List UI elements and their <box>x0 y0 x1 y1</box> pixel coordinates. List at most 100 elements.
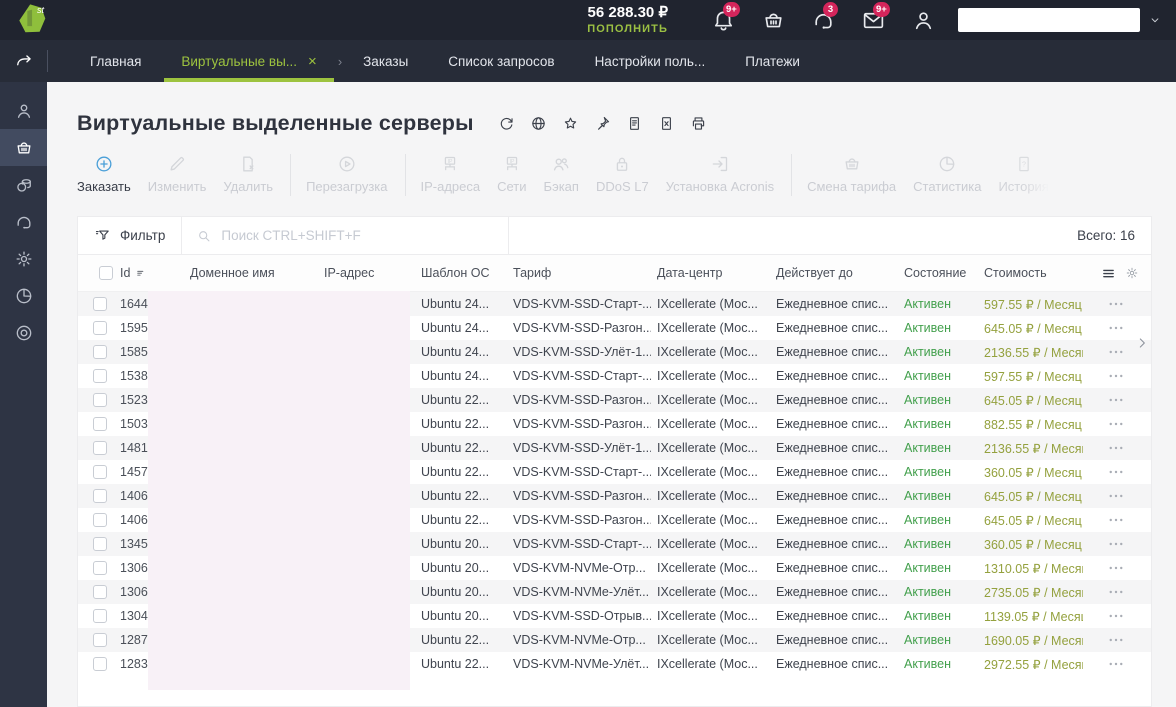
cell-status: Активен <box>904 633 952 647</box>
cell-datacenter: IXcellerate (Мос... <box>657 345 758 359</box>
row-checkbox[interactable] <box>93 297 107 311</box>
tab-requests[interactable]: Список запросов × <box>428 40 574 82</box>
pin-icon[interactable] <box>594 115 611 132</box>
notifications-bell-icon[interactable]: 9+ <box>711 1 740 33</box>
search-input[interactable] <box>221 228 472 243</box>
column-header-domain[interactable]: Доменное имя <box>184 266 318 280</box>
row-actions-button[interactable] <box>1107 367 1125 385</box>
topup-link[interactable]: ПОПОЛНИТЬ <box>587 23 668 37</box>
column-header-id[interactable]: Id <box>120 266 184 280</box>
select-all-checkbox[interactable] <box>99 266 113 280</box>
row-checkbox[interactable] <box>93 441 107 455</box>
row-actions-button[interactable] <box>1107 343 1125 361</box>
column-header-datacenter[interactable]: Дата-центр <box>651 266 770 280</box>
tab-label: Настройки поль... <box>594 53 706 69</box>
row-checkbox[interactable] <box>93 345 107 359</box>
row-checkbox[interactable] <box>93 585 107 599</box>
row-checkbox[interactable] <box>93 393 107 407</box>
ddos-l7-button[interactable]: DDoS L7 <box>596 154 649 194</box>
row-checkbox[interactable] <box>93 465 107 479</box>
export-excel-icon[interactable] <box>658 115 675 132</box>
column-header-valid-until[interactable]: Действует до <box>770 266 898 280</box>
globe-icon[interactable] <box>530 115 547 132</box>
delete-button[interactable]: Удалить <box>223 154 273 194</box>
row-checkbox[interactable] <box>93 489 107 503</box>
row-actions-button[interactable] <box>1107 631 1125 649</box>
row-checkbox[interactable] <box>93 561 107 575</box>
firstvds-logo[interactable]: st VDS <box>16 2 78 38</box>
row-checkbox[interactable] <box>93 321 107 335</box>
cell-tariff: VDS-KVM-SSD-Разгон... <box>513 321 651 335</box>
cell-valid-until: Ежедневное спис... <box>776 561 889 575</box>
row-actions-button[interactable] <box>1107 511 1125 529</box>
sidebar-item-statistics[interactable] <box>0 277 47 314</box>
filter-button[interactable]: Фильтр <box>78 217 181 254</box>
favorite-star-icon[interactable] <box>562 115 579 132</box>
cell-status: Активен <box>904 393 952 407</box>
sidebar-item-profile[interactable] <box>0 92 47 129</box>
sidebar-item-finance[interactable] <box>0 166 47 203</box>
sidebar-item-support[interactable] <box>0 203 47 240</box>
column-header-status[interactable]: Состояние <box>898 266 978 280</box>
row-checkbox[interactable] <box>93 609 107 623</box>
row-actions-button[interactable] <box>1107 391 1125 409</box>
chevron-down-icon[interactable] <box>1148 13 1162 27</box>
redo-arrow-icon[interactable] <box>0 40 47 82</box>
history-button[interactable]: ? История <box>998 154 1049 194</box>
support-headset-icon[interactable]: 3 <box>811 1 838 33</box>
backup-button[interactable]: Бэкап <box>544 154 579 194</box>
edit-button[interactable]: Изменить <box>148 154 206 194</box>
column-header-os[interactable]: Шаблон ОС <box>415 266 507 280</box>
refresh-icon[interactable] <box>498 115 515 132</box>
row-checkbox[interactable] <box>93 369 107 383</box>
row-actions-button[interactable] <box>1107 607 1125 625</box>
tab-user-settings[interactable]: Настройки поль... × <box>575 40 726 82</box>
column-header-tariff[interactable]: Тариф <box>507 266 651 280</box>
tab-payments[interactable]: Платежи × <box>725 40 820 82</box>
row-actions-button[interactable] <box>1107 439 1125 457</box>
row-actions-button[interactable] <box>1107 463 1125 481</box>
reboot-button[interactable]: Перезагрузка <box>306 154 388 194</box>
tab-close-icon[interactable]: × <box>308 54 317 69</box>
user-account-field[interactable] <box>958 8 1140 32</box>
row-actions-button[interactable] <box>1107 655 1125 673</box>
cell-tariff: VDS-KVM-SSD-Улёт-1... <box>513 441 651 455</box>
sidebar-item-monitoring[interactable] <box>0 314 47 351</box>
topbar: st VDS 56 288.30 ₽ ПОПОЛНИТЬ 9+ 3 9+ <box>0 0 1176 40</box>
change-tariff-button[interactable]: Смена тарифа <box>807 154 896 194</box>
row-actions-button[interactable] <box>1107 415 1125 433</box>
toolbar-scroll-right-icon[interactable] <box>1134 335 1150 351</box>
sidebar-item-services[interactable] <box>0 129 47 166</box>
row-actions-button[interactable] <box>1107 559 1125 577</box>
row-checkbox[interactable] <box>93 633 107 647</box>
tab-home[interactable]: Главная × <box>70 40 161 82</box>
column-header-price[interactable]: Стоимость <box>978 266 1083 280</box>
row-actions-button[interactable] <box>1107 295 1125 313</box>
order-button[interactable]: Заказать <box>77 154 131 194</box>
column-header-ip[interactable]: IP-адрес <box>318 266 415 280</box>
ip-addresses-button[interactable]: IP IP-адреса <box>421 154 480 194</box>
row-actions-button[interactable] <box>1107 535 1125 553</box>
tab-virtual-servers[interactable]: Виртуальные вы... × <box>161 40 336 82</box>
log-document-icon[interactable] <box>626 115 643 132</box>
sort-icon[interactable] <box>135 267 148 280</box>
tab-orders[interactable]: Заказы × <box>343 40 428 82</box>
row-actions-button[interactable] <box>1107 319 1125 337</box>
row-actions-button[interactable] <box>1107 487 1125 505</box>
row-checkbox[interactable] <box>93 657 107 671</box>
table-settings-icon[interactable] <box>1125 266 1139 280</box>
sidebar-item-settings[interactable] <box>0 240 47 277</box>
networks-button[interactable]: IP Сети <box>497 154 527 194</box>
profile-person-icon[interactable] <box>911 8 936 33</box>
row-checkbox[interactable] <box>93 417 107 431</box>
row-checkbox[interactable] <box>93 537 107 551</box>
cart-icon[interactable] <box>761 8 786 33</box>
messages-mail-icon[interactable]: 9+ <box>861 1 890 33</box>
statistics-button[interactable]: Статистика <box>913 154 981 194</box>
row-checkbox[interactable] <box>93 513 107 527</box>
print-icon[interactable] <box>690 115 707 132</box>
row-actions-button[interactable] <box>1107 583 1125 601</box>
columns-menu-icon[interactable] <box>1101 266 1116 281</box>
cell-price: 597.55 ₽ / Месяц <box>984 369 1082 384</box>
acronis-install-button[interactable]: Установка Acronis <box>666 154 774 194</box>
